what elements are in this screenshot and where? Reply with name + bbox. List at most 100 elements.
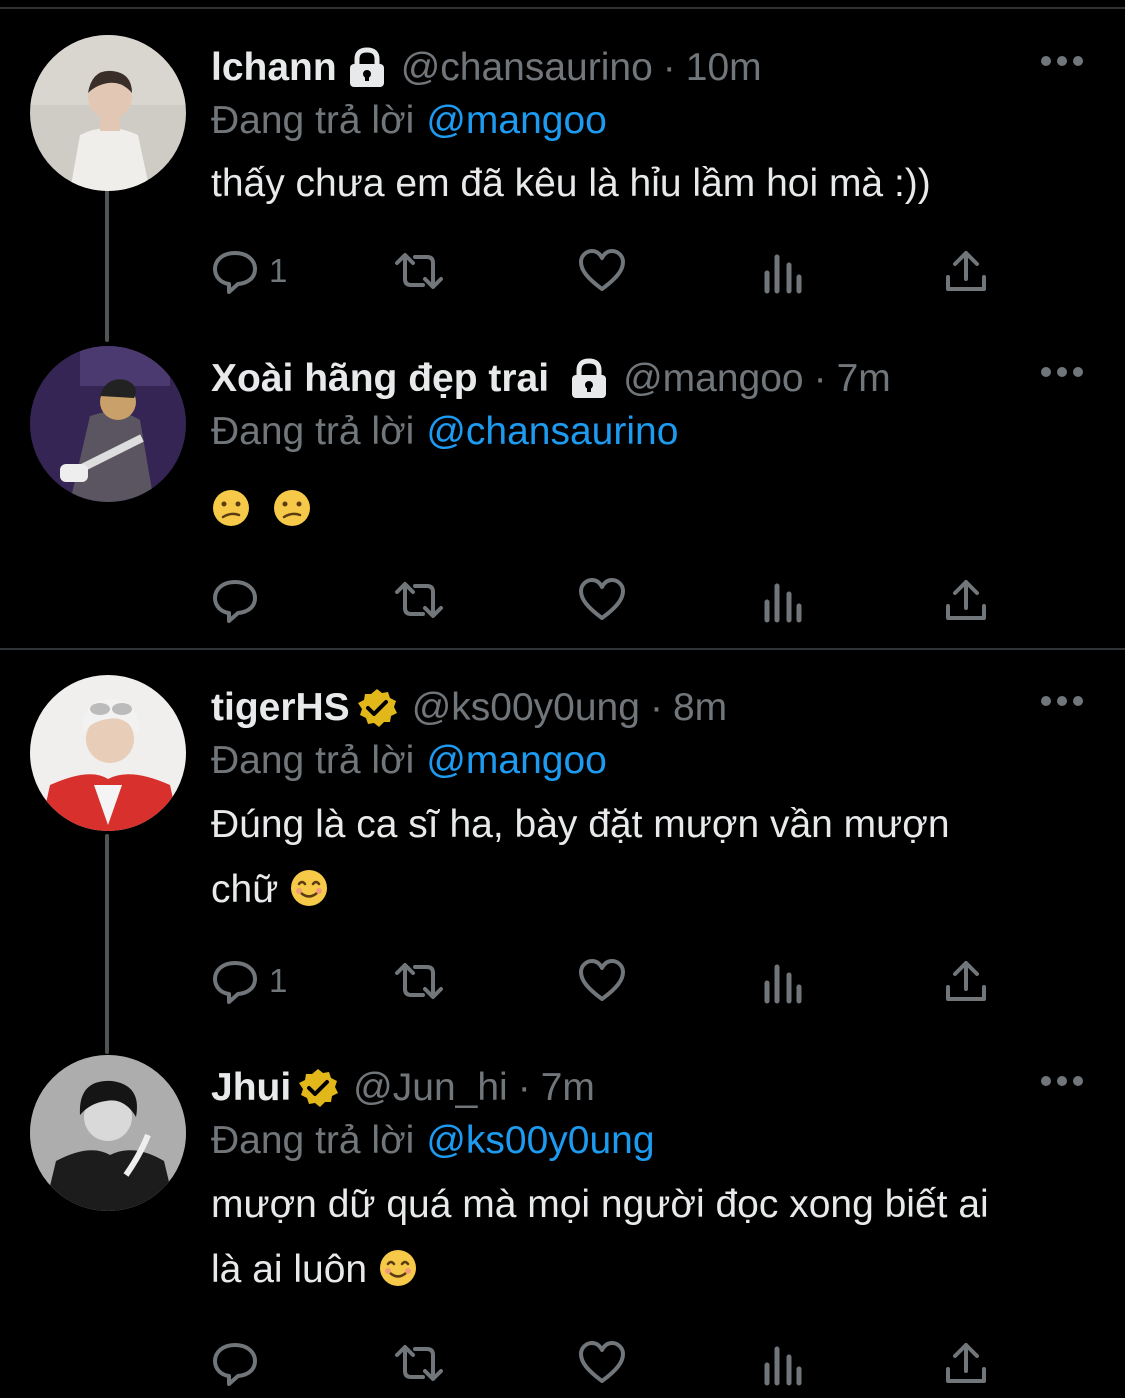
share-icon [946, 1343, 986, 1383]
like-icon [579, 249, 625, 291]
retweet-icon [395, 1345, 443, 1381]
verified-icon [297, 1067, 339, 1109]
tweet-header: Xoài hãng đẹp trai @mangoo · 7m [211, 349, 891, 409]
share-button[interactable] [944, 575, 988, 625]
retweet-button[interactable] [389, 246, 449, 296]
tweet-text [211, 479, 1091, 540]
lock-icon [347, 47, 387, 89]
more-options-icon[interactable] [1040, 52, 1084, 70]
retweet-button[interactable] [389, 575, 449, 625]
avatar[interactable] [30, 1055, 186, 1211]
reply-icon [213, 961, 257, 1004]
like-button[interactable] [577, 575, 627, 625]
share-icon [946, 580, 986, 620]
like-button[interactable] [577, 246, 627, 296]
user-handle[interactable]: @chansaurino [401, 38, 653, 98]
reply-mention-link[interactable]: @mangoo [426, 99, 607, 142]
reply-button[interactable] [211, 1338, 269, 1388]
share-button[interactable] [944, 1338, 988, 1388]
verified-icon [356, 687, 398, 729]
tweet-header: lchann @chansaurino · 10m [211, 38, 762, 98]
like-icon [579, 1341, 625, 1383]
reply-button[interactable]: 1 [211, 956, 287, 1006]
thread-connector-line [105, 190, 109, 342]
user-handle[interactable]: @Jun_hi [353, 1058, 508, 1118]
thread-divider [0, 648, 1125, 650]
retweet-icon [395, 963, 443, 999]
replying-to-label: Đang trả lời [211, 739, 415, 782]
reply-count: 1 [269, 252, 288, 289]
replying-to-label: Đang trả lời [211, 99, 415, 142]
user-handle[interactable]: @ks00y0ung [412, 678, 640, 738]
reply-icon [213, 580, 257, 623]
replying-to: Đang trả lời @chansaurino [211, 402, 678, 462]
reply-mention-link[interactable]: @chansaurino [426, 410, 678, 453]
separator-dot: · [517, 1066, 531, 1109]
smiling-face-emoji [379, 1250, 416, 1286]
reply-count: 1 [269, 962, 288, 999]
retweet-button[interactable] [389, 1338, 449, 1388]
replying-to: Đang trả lời @mangoo [211, 731, 607, 791]
timestamp[interactable]: 7m [837, 349, 891, 409]
reply-button[interactable]: 1 [211, 246, 287, 296]
like-button[interactable] [577, 1338, 627, 1388]
more-options-icon[interactable] [1040, 1072, 1084, 1090]
tweet-text: Đúng là ca sĩ ha, bày đặt mượn vần mượn … [211, 794, 1091, 920]
share-button[interactable] [944, 956, 988, 1006]
replying-to-label: Đang trả lời [211, 410, 415, 453]
lock-icon [569, 358, 609, 400]
replying-to-label: Đang trả lời [211, 1119, 415, 1162]
display-name[interactable]: Jhui [211, 1058, 291, 1118]
timestamp[interactable]: 8m [673, 678, 727, 738]
avatar[interactable] [30, 675, 186, 831]
timestamp[interactable]: 10m [686, 38, 762, 98]
analytics-button[interactable] [763, 575, 803, 625]
retweet-icon [395, 582, 443, 618]
analytics-icon [764, 964, 802, 1004]
tweet-actions [211, 575, 1011, 625]
share-icon [946, 251, 986, 291]
replying-to: Đang trả lời @ks00y0ung [211, 1111, 655, 1171]
like-icon [579, 578, 625, 620]
tweet-text-line: chữ [211, 859, 1091, 920]
analytics-button[interactable] [763, 956, 803, 1006]
tweet-text: mượn dữ quá mà mọi người đọc xong biết a… [211, 1174, 1091, 1300]
display-name[interactable]: lchann [211, 38, 337, 98]
reply-mention-link[interactable]: @mangoo [426, 739, 607, 782]
reply-thread-page: lchann @chansaurino · 10m Đang trả lời @m… [0, 0, 1125, 1398]
smiling-face-emoji [291, 870, 328, 906]
tweet-header: Jhui @Jun_hi · 7m [211, 1058, 595, 1118]
replying-to: Đang trả lời @mangoo [211, 91, 607, 151]
tweet-actions: 1 [211, 956, 1011, 1006]
analytics-button[interactable] [763, 1338, 803, 1388]
separator-dot: · [813, 357, 827, 400]
share-button[interactable] [944, 246, 988, 296]
avatar[interactable] [30, 35, 186, 191]
more-options-icon[interactable] [1040, 692, 1084, 710]
tweet-text-content: chữ [211, 868, 279, 911]
separator-dot: · [662, 46, 676, 89]
reply-icon [213, 251, 257, 294]
user-handle[interactable]: @mangoo [623, 349, 804, 409]
avatar[interactable] [30, 346, 186, 502]
tweet-text-line: mượn dữ quá mà mọi người đọc xong biết a… [211, 1183, 989, 1226]
like-button[interactable] [577, 956, 627, 1006]
analytics-button[interactable] [763, 246, 803, 296]
more-options-icon[interactable] [1040, 363, 1084, 381]
reply-button[interactable] [211, 575, 269, 625]
reply-mention-link[interactable]: @ks00y0ung [426, 1119, 654, 1162]
tweet-actions: 1 [211, 246, 1011, 296]
separator-dot: · [649, 686, 663, 729]
confused-face-emoji [273, 490, 310, 526]
tweet-actions [211, 1338, 1011, 1388]
display-name[interactable]: Xoài hãng đẹp trai [211, 349, 549, 409]
tweet-header: tigerHS @ks00y0ung · 8m [211, 678, 727, 738]
tweet-text-line: Đúng là ca sĩ ha, bày đặt mượn vần mượn [211, 803, 950, 846]
tweet-text-content: là ai luôn [211, 1248, 368, 1291]
top-divider [0, 7, 1125, 9]
analytics-icon [764, 254, 802, 294]
retweet-button[interactable] [389, 956, 449, 1006]
display-name[interactable]: tigerHS [211, 678, 350, 738]
timestamp[interactable]: 7m [541, 1058, 595, 1118]
thread-connector-line [105, 834, 109, 1054]
